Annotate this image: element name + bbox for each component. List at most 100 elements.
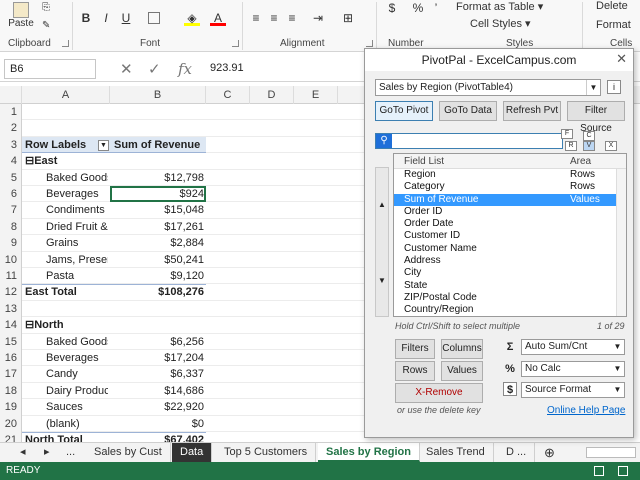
- enter-icon[interactable]: ✓: [148, 60, 161, 78]
- font-launcher-icon[interactable]: [232, 40, 239, 47]
- tab-data[interactable]: Data: [172, 443, 213, 462]
- pivot-row-label[interactable]: [25, 104, 108, 120]
- number-format-combo[interactable]: Source Format ▼: [521, 382, 625, 398]
- summarize-combo[interactable]: Auto Sum/Cnt ▼: [521, 339, 625, 355]
- percent-button[interactable]: %: [410, 0, 426, 16]
- format-as-table-button[interactable]: Format as Table ▾: [456, 0, 543, 13]
- pivot-value-cell[interactable]: $17,204: [112, 350, 204, 366]
- bold-button[interactable]: B: [78, 10, 94, 26]
- row-header[interactable]: 9: [0, 235, 22, 252]
- filters-button[interactable]: Filters: [395, 339, 435, 359]
- calculation-combo[interactable]: No Calc ▼: [521, 361, 625, 377]
- tab-d[interactable]: D ...: [498, 443, 536, 462]
- column-header-a[interactable]: A: [22, 86, 110, 104]
- rows-button[interactable]: Rows: [395, 361, 435, 381]
- row-header[interactable]: 6: [0, 186, 22, 203]
- columns-button[interactable]: Columns: [441, 339, 483, 359]
- info-icon[interactable]: i: [607, 80, 621, 94]
- row-header[interactable]: 19: [0, 399, 22, 416]
- tab-sales-by-cust[interactable]: Sales by Cust: [86, 443, 171, 462]
- area-filter-c-icon[interactable]: C: [583, 131, 595, 141]
- pivot-table-select[interactable]: Sales by Region (PivotTable4) ▼: [375, 79, 601, 96]
- merge-icon[interactable]: ⊞: [340, 10, 356, 26]
- pivot-row-label[interactable]: Jams, Presen: [46, 252, 108, 268]
- align-right-icon[interactable]: ≡: [284, 10, 300, 26]
- pivot-row-label[interactable]: ⊟North: [25, 317, 108, 333]
- fill-color-icon[interactable]: ◈: [184, 10, 200, 26]
- cancel-icon[interactable]: ✕: [120, 60, 133, 78]
- pivot-row-label[interactable]: Condiments: [46, 202, 108, 218]
- copy-icon[interactable]: ⎘: [42, 2, 50, 13]
- field-list-item[interactable]: Category Rows: [394, 181, 626, 193]
- area-filter-r-icon[interactable]: R: [565, 141, 577, 151]
- field-list[interactable]: Field List Area Region Rows Category Rows Su…: [393, 153, 627, 317]
- filter-dropdown-icon[interactable]: ▼: [98, 139, 109, 151]
- chevron-down-icon[interactable]: ▼: [611, 383, 624, 397]
- tab-top-5-customers[interactable]: Top 5 Customers: [216, 443, 317, 462]
- row-header[interactable]: 1: [0, 104, 22, 121]
- field-list-item[interactable]: Sum of Revenue Values: [394, 193, 626, 206]
- pivot-value-cell[interactable]: $6,256: [112, 334, 204, 350]
- pivot-value-cell[interactable]: $17,261: [112, 219, 204, 235]
- page-layout-icon[interactable]: [618, 466, 628, 476]
- field-list-scrollbar[interactable]: [616, 169, 626, 316]
- row-header[interactable]: 11: [0, 268, 22, 285]
- format-button[interactable]: Format: [596, 19, 631, 31]
- pivot-row-label[interactable]: Pasta: [46, 268, 108, 284]
- column-header-e[interactable]: E: [294, 86, 338, 104]
- delete-button[interactable]: Delete: [596, 0, 628, 12]
- pivot-value-header[interactable]: Sum of Revenue: [114, 137, 206, 153]
- comma-button[interactable]: ’: [428, 0, 444, 16]
- cell-styles-button[interactable]: Cell Styles ▾: [470, 17, 531, 30]
- pivot-row-label[interactable]: East Total: [25, 284, 108, 300]
- pivot-row-label[interactable]: Beverages: [46, 186, 108, 202]
- row-header[interactable]: 15: [0, 333, 22, 350]
- align-left-icon[interactable]: ≡: [248, 10, 264, 26]
- row-header[interactable]: 4: [0, 153, 22, 170]
- close-icon[interactable]: ✕: [616, 51, 627, 67]
- row-header[interactable]: 14: [0, 317, 22, 334]
- pivot-row-label[interactable]: Grains: [46, 235, 108, 251]
- tab-more-icon[interactable]: ...: [58, 443, 83, 462]
- chevron-down-icon[interactable]: ▼: [611, 340, 624, 354]
- field-list-item[interactable]: Customer ID: [394, 230, 626, 242]
- field-list-item[interactable]: Customer Name: [394, 243, 626, 255]
- row-header[interactable]: 8: [0, 218, 22, 236]
- clipboard-launcher-icon[interactable]: [62, 40, 69, 47]
- pivot-value-cell[interactable]: $6,337: [112, 366, 204, 382]
- field-list-item[interactable]: Address: [394, 255, 626, 267]
- insert-function-icon[interactable]: fx: [178, 60, 192, 78]
- normal-view-icon[interactable]: [594, 466, 604, 476]
- pivot-row-labels-header[interactable]: Row Labels: [25, 137, 108, 153]
- pivot-value-cell[interactable]: [112, 104, 204, 120]
- pivot-value-cell[interactable]: $15,048: [112, 202, 204, 218]
- field-list-item[interactable]: ZIP/Postal Code: [394, 292, 626, 304]
- field-list-item[interactable]: Region Rows: [394, 169, 626, 181]
- values-button[interactable]: Values: [441, 361, 483, 381]
- pivot-value-cell[interactable]: $2,884: [112, 235, 204, 251]
- move-down-icon[interactable]: ▼: [376, 276, 388, 285]
- pivot-value-cell[interactable]: $22,920: [112, 399, 204, 415]
- remove-button[interactable]: X-Remove: [395, 383, 483, 403]
- pivot-value-cell[interactable]: [112, 317, 204, 333]
- column-header-b[interactable]: B: [110, 86, 206, 104]
- pivot-value-cell[interactable]: $14,686: [112, 383, 204, 399]
- borders-icon[interactable]: [148, 12, 160, 24]
- column-header-d[interactable]: D: [250, 86, 294, 104]
- tab-scroll-left-icon[interactable]: ◂: [12, 443, 34, 462]
- tab-sales-trend[interactable]: Sales Trend: [418, 443, 494, 462]
- currency-button[interactable]: $: [384, 0, 400, 16]
- pivot-value-cell[interactable]: $108,276: [112, 284, 204, 300]
- font-color-icon[interactable]: A: [210, 10, 226, 26]
- pivot-row-label[interactable]: (blank): [46, 416, 108, 432]
- pivot-row-label[interactable]: [25, 301, 108, 317]
- field-list-item[interactable]: State: [394, 280, 626, 292]
- field-list-item[interactable]: Country/Region: [394, 304, 626, 316]
- tab-sales-by-region[interactable]: Sales by Region: [318, 443, 420, 462]
- goto-pivot-button[interactable]: GoTo Pivot: [375, 101, 433, 121]
- area-filter-v-icon[interactable]: V: [583, 141, 595, 151]
- align-center-icon[interactable]: ≡: [266, 10, 282, 26]
- pivot-row-label[interactable]: Dairy Product: [46, 383, 108, 399]
- paste-button[interactable]: Paste: [6, 2, 36, 36]
- format-painter-icon[interactable]: ✎: [42, 20, 50, 31]
